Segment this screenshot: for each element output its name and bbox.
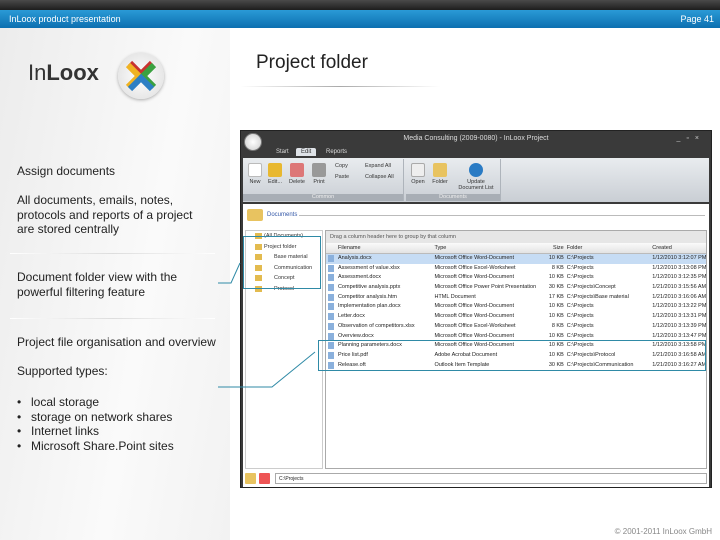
app-orb-button[interactable]	[244, 133, 262, 151]
connector-lines	[218, 262, 316, 388]
